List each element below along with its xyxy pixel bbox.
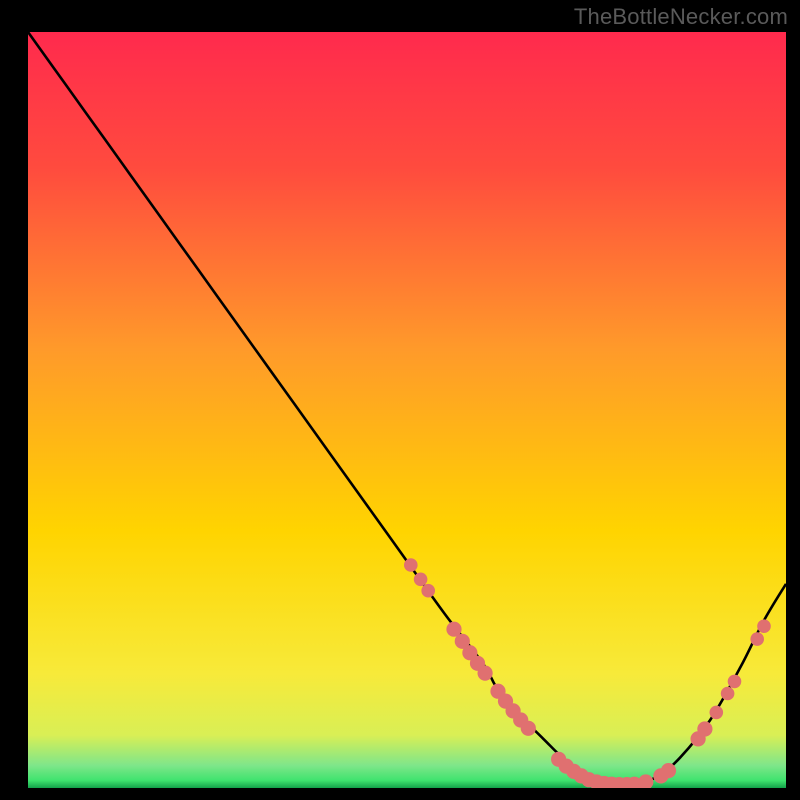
attribution-text: TheBottleNecker.com xyxy=(574,4,788,30)
chart-stage: TheBottleNecker.com xyxy=(0,0,800,800)
curve-marker xyxy=(661,763,676,778)
curve-marker xyxy=(638,774,653,789)
curve-marker xyxy=(478,666,493,681)
curve-marker xyxy=(414,573,428,587)
curve-marker xyxy=(710,706,724,720)
curve-marker xyxy=(721,687,735,701)
curve-marker xyxy=(757,619,771,633)
curve-marker xyxy=(697,721,712,736)
curve-marker xyxy=(728,675,742,689)
curve-marker xyxy=(521,721,536,736)
curve-marker xyxy=(421,584,435,598)
curve-marker xyxy=(404,558,418,572)
curve-marker xyxy=(750,632,764,646)
plot-area xyxy=(28,32,786,788)
chart-svg xyxy=(0,0,800,800)
